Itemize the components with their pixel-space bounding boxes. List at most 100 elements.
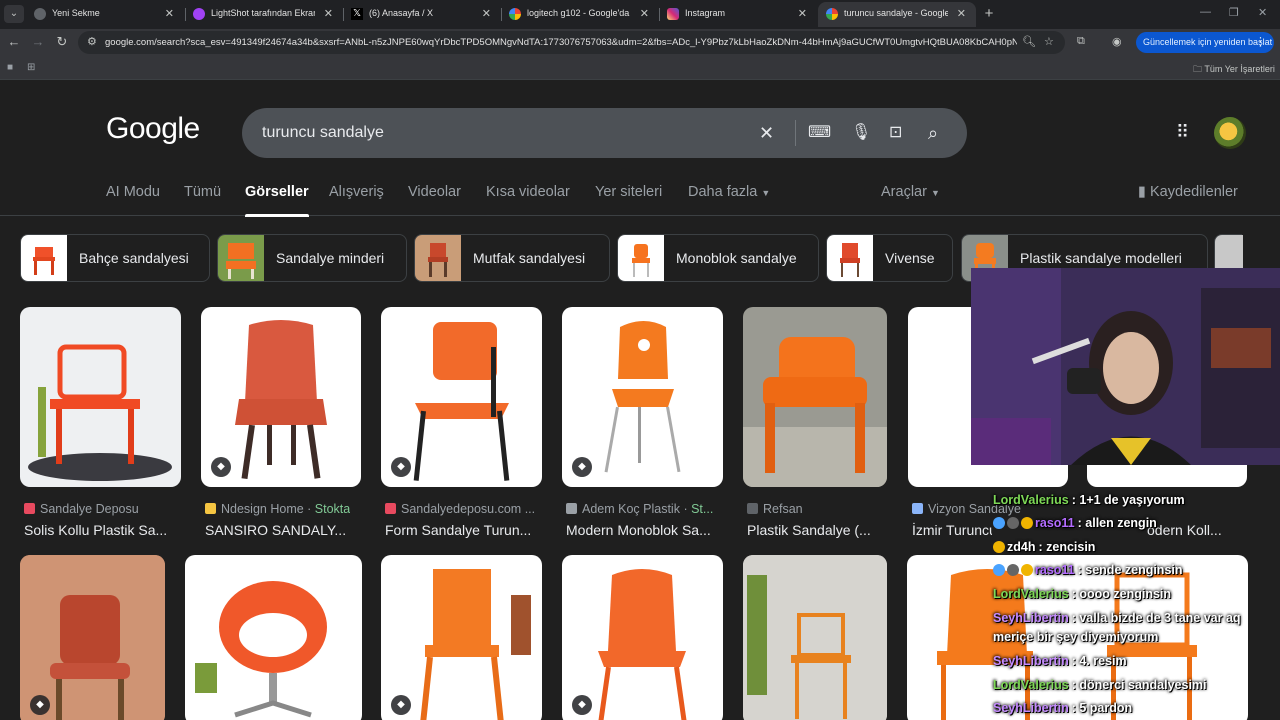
close-icon[interactable]: ✕ [482,7,491,20]
tab-places[interactable]: Yer siteleri [595,184,662,200]
image-result[interactable] [743,555,887,720]
result-image[interactable]: ◆ [562,555,723,720]
tools-button[interactable]: Araçlar ▼ [881,184,940,200]
badge-icon [1007,564,1019,576]
image-result[interactable] [185,555,362,720]
saved-button[interactable]: ▮ Kaydedilenler [1138,184,1238,200]
close-icon[interactable]: ✕ [640,7,649,20]
image-result[interactable]: ◆ [20,555,165,720]
chip-monoblok-sandalye[interactable]: Monoblok sandalye [617,234,819,282]
bookmark-square-icon[interactable]: ■ [7,62,13,73]
result-source[interactable]: Sandalyedeposu.com ... [385,502,535,516]
tag-icon: ◆ [391,695,411,715]
search-input[interactable] [262,121,742,145]
chip-bahce-sandalyesi[interactable]: Bahçe sandalyesi [20,234,210,282]
result-image[interactable] [185,555,362,720]
url-text[interactable]: google.com/search?sca_esv=491349f24674a3… [105,37,1017,48]
chip-vivense[interactable]: Vivense [826,234,953,282]
image-result[interactable]: ◆ [381,555,542,720]
google-icon [826,8,838,20]
tab-lightshot[interactable]: LightShot tarafından Ekran Görü ✕ [185,2,343,27]
image-result[interactable]: Sandalye Deposu Solis Kollu Plastik Sa..… [20,307,181,547]
result-image[interactable]: ◆ [201,307,361,487]
result-image[interactable]: ◆ [562,307,723,487]
bookmark-star-icon[interactable]: ☆ [1044,35,1054,48]
chip-mutfak-sandalyesi[interactable]: Mutfak sandalyesi [414,234,610,282]
result-source[interactable]: Adem Koç Plastik · St... [566,502,713,516]
avatar[interactable] [1214,117,1246,149]
tab-x[interactable]: 𝕏 (6) Anasayfa / X ✕ [343,2,501,27]
tab-ai-mode[interactable]: AI Modu [106,184,160,200]
chat-username: LordValerius [993,678,1069,692]
image-result[interactable]: ◆ [562,555,723,720]
result-image[interactable]: ◆ [381,307,542,487]
close-icon[interactable]: ✕ [957,7,966,20]
tab-short-videos[interactable]: Kısa videolar [486,184,570,200]
minimize-icon[interactable]: — [1200,6,1211,18]
tab-more[interactable]: Daha fazla ▼ [688,184,770,200]
close-icon[interactable]: ✕ [324,7,333,20]
tab-videos[interactable]: Videolar [408,184,461,200]
result-title[interactable]: Form Sandalye Turun... [385,522,546,538]
address-bar[interactable]: ⚙ google.com/search?sca_esv=491349f24674… [78,31,1065,54]
image-result[interactable]: ◆ Ndesign Home · Stokta SANSIRO SANDALY.… [201,307,361,547]
result-title[interactable]: İzmir Turuncu ... [912,522,992,538]
close-icon[interactable]: ✕ [165,7,174,20]
result-title[interactable]: Modern Monoblok Sa... [566,522,727,538]
google-icon [509,8,521,20]
source-name: Adem Koç Plastik [582,502,680,516]
window-close-icon[interactable]: ✕ [1258,6,1267,19]
extensions-icon[interactable]: ⧉ [1077,35,1085,48]
site-info-icon[interactable]: ⚙ [87,35,97,48]
chip-label: Bahçe sandalyesi [79,250,189,266]
back-arrow-icon[interactable]: ← [6,34,22,50]
result-title[interactable]: Solis Kollu Plastik Sa... [24,522,185,538]
chat-text: 4. resim [1079,654,1127,668]
profile-icon[interactable]: ◉ [1112,35,1122,48]
tab-all[interactable]: Tümü [184,184,221,200]
clear-icon[interactable]: ✕ [759,121,774,145]
tab-images[interactable]: Görseller [245,184,309,217]
lens-camera-icon[interactable]: ⊡ [889,121,902,145]
keyboard-icon[interactable]: ⌨ [808,121,831,145]
image-result[interactable]: Refsan Plastik Sandalye (... [743,307,887,547]
search-icon[interactable]: ⌕ [928,121,938,145]
tab-instagram[interactable]: Instagram ✕ [659,2,817,27]
google-logo[interactable]: Google [106,112,200,146]
update-restart-button[interactable]: Güncellemek için yeniden başlat ⋮ [1136,32,1274,53]
chat-text: oooo zenginsin [1079,587,1172,601]
image-result[interactable]: ◆ Sandalyedeposu.com ... Form Sandalye T… [381,307,542,547]
result-image[interactable]: ◆ [20,555,165,720]
tab-turuncu-sandalye[interactable]: turuncu sandalye - Google'da A ✕ [818,2,976,27]
result-image[interactable] [743,555,887,720]
chat-message: raso11: allen zengin [993,515,1280,531]
microphone-icon[interactable]: 🎙︎ [851,121,871,145]
result-image[interactable]: ◆ [381,555,542,720]
reload-icon[interactable]: ↻ [54,34,70,50]
chat-message: SeyhLibertin: 5 pardon [993,701,1133,715]
zoom-icon[interactable]: 🔍︎ [1022,35,1036,48]
result-source[interactable]: Ndesign Home · Stokta [205,502,350,516]
google-apps-icon[interactable]: ⠿ [1176,122,1189,143]
menu-dots-icon[interactable]: ⋮ [1255,32,1266,53]
result-title[interactable]: Plastik Sandalye (... [747,522,891,538]
tab-shopping[interactable]: Alışveriş [329,184,384,200]
result-image[interactable] [20,307,181,487]
tab-new-tab[interactable]: Yeni Sekme ✕ [26,2,184,27]
result-image[interactable] [743,307,887,487]
result-title[interactable]: SANSIRO SANDALY... [205,522,365,538]
close-icon[interactable]: ✕ [798,7,807,20]
restore-icon[interactable]: ❐ [1229,6,1239,19]
image-result[interactable]: ◆ Adem Koç Plastik · St... Modern Monobl… [562,307,723,547]
apps-grid-icon[interactable]: ⊞ [27,62,35,73]
forward-arrow-icon[interactable]: → [30,34,46,50]
result-source[interactable]: Sandalye Deposu [24,502,139,516]
result-source[interactable]: Refsan [747,502,803,516]
tab-logitech-search[interactable]: logitech g102 - Google'da Ara ✕ [501,2,659,27]
tab-search-button[interactable]: ⌄ [4,5,24,23]
chip-label: Monoblok sandalye [676,250,797,266]
tab-more-label: Daha fazla [688,184,758,200]
new-tab-button[interactable]: + [981,6,997,22]
chip-sandalye-minderi[interactable]: Sandalye minderi [217,234,407,282]
all-bookmarks-button[interactable]: 🗀︎ Tüm Yer İşaretleri [1193,62,1275,78]
